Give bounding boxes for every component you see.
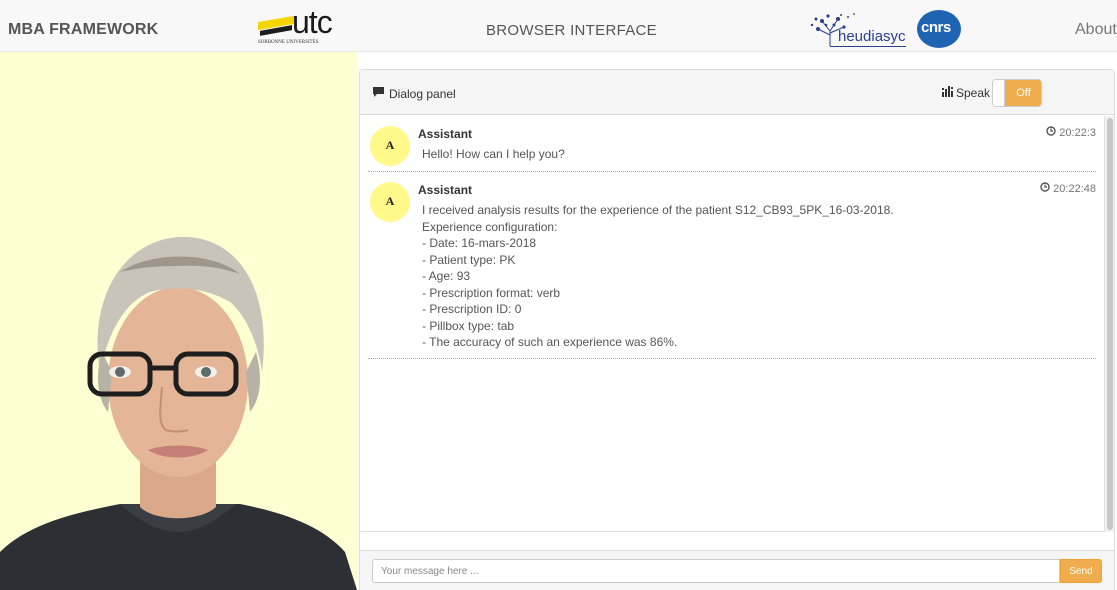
message-line: Experience configuration: <box>422 219 558 234</box>
avatar-letter: A <box>385 138 395 152</box>
heudiasyc-logo-text: heudiasyc <box>838 28 906 45</box>
browser-interface-title: BROWSER INTERFACE <box>486 22 657 39</box>
speak-toggle[interactable]: Off <box>992 79 1042 107</box>
top-navbar: MBA FRAMEWORK utc SORBONNE UNIVERSITÉS B… <box>0 0 1117 52</box>
message-timestamp: 20:22:3 <box>1046 126 1096 139</box>
message-line: - Prescription format: verb <box>422 285 561 300</box>
assistant-avatar: A <box>370 126 410 166</box>
chat-scrollbar-thumb[interactable] <box>1107 118 1113 530</box>
cnrs-logo-text: cnrs <box>921 19 951 36</box>
clock-icon <box>1040 182 1050 195</box>
message-line: Hello! How can I help you? <box>422 147 565 161</box>
message-line: I received analysis results for the expe… <box>422 203 894 217</box>
chat-message: A Assistant 20:22:3 Hello! How can I hel… <box>368 116 1096 172</box>
message-line: - Date: 16-mars-2018 <box>422 236 537 250</box>
message-line: - Pillbox type: tab <box>422 318 515 333</box>
message-line: - Patient type: PK <box>422 252 516 267</box>
chat-message-list[interactable]: A Assistant 20:22:3 Hello! How can I hel… <box>360 116 1114 532</box>
chat-message: A Assistant 20:22:48 I received analysis… <box>368 172 1096 359</box>
brand-title[interactable]: MBA FRAMEWORK <box>8 21 158 39</box>
chat-scrollbar[interactable] <box>1104 116 1114 532</box>
message-line: - Prescription ID: 0 <box>422 302 522 316</box>
assistant-avatar: A <box>370 182 410 222</box>
speak-toggle-state[interactable]: Off <box>1005 80 1041 106</box>
dialog-panel-title: Dialog panel <box>389 86 456 101</box>
utc-logo-text: utc <box>292 4 333 40</box>
speak-control: Speak <box>942 86 990 100</box>
speak-label: Speak <box>956 86 991 100</box>
message-time: 20:22:48 <box>1053 182 1096 195</box>
utc-logo: utc SORBONNE UNIVERSITÉS <box>258 4 342 48</box>
dialog-panel-header: Dialog panel Speak Off <box>360 70 1114 115</box>
message-time: 20:22:3 <box>1059 126 1096 139</box>
message-line: - The accuracy of such an experience was… <box>422 335 678 349</box>
dialog-panel-title-group: Dialog panel <box>372 86 456 101</box>
avatar-letter: A <box>385 194 395 208</box>
virtual-agent-avatar <box>0 52 357 590</box>
toggle-knob[interactable] <box>993 80 1005 106</box>
send-button[interactable]: Send <box>1060 559 1102 583</box>
sound-bars-icon <box>942 86 953 100</box>
clock-icon <box>1046 126 1056 139</box>
dialog-panel-footer: Send <box>360 550 1114 590</box>
dialog-panel: Dialog panel Speak Off A Assistant 20:22… <box>359 69 1115 590</box>
comment-icon <box>372 86 385 101</box>
about-link[interactable]: About <box>1075 21 1117 39</box>
message-input[interactable] <box>372 559 1060 583</box>
message-timestamp: 20:22:48 <box>1040 182 1096 195</box>
cnrs-logo: cnrs <box>917 10 961 48</box>
message-line: - Age: 93 <box>422 269 471 283</box>
message-sender: Assistant <box>418 183 473 197</box>
heudiasyc-logo: heudiasyc <box>808 11 906 47</box>
avatar-portrait <box>0 236 357 590</box>
message-sender: Assistant <box>418 127 473 141</box>
message-text: Hello! How can I help you? <box>422 146 565 163</box>
message-text: I received analysis results for the expe… <box>422 202 894 351</box>
utc-logo-subtitle: SORBONNE UNIVERSITÉS <box>258 40 319 45</box>
